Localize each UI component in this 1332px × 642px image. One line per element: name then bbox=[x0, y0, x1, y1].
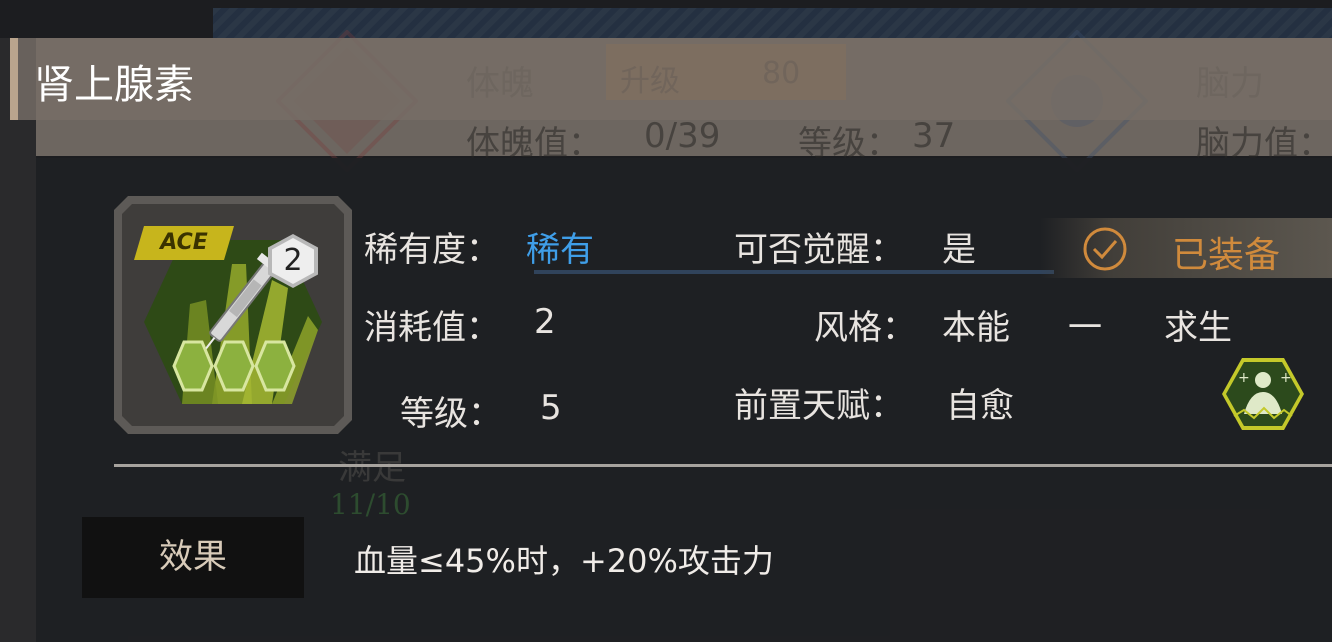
item-title: 肾上腺素 bbox=[34, 62, 194, 108]
svg-text:+: + bbox=[1280, 370, 1292, 386]
effect-tab[interactable]: 效果 bbox=[82, 517, 304, 598]
section-divider bbox=[114, 464, 1332, 467]
effect-description: 血量≤45%时，+20%攻击力 bbox=[354, 542, 774, 580]
style-value-2: 求生 bbox=[1164, 308, 1232, 348]
cost-label: 消耗值： bbox=[364, 308, 500, 348]
bg-satisfied-value: 11/10 bbox=[330, 488, 411, 521]
rarity-value: 稀有 bbox=[526, 230, 594, 270]
prereq-label: 前置天赋： bbox=[734, 386, 904, 426]
awaken-value: 是 bbox=[942, 230, 976, 270]
bg-level-value: 37 bbox=[912, 116, 956, 156]
style-value-1: 本能 bbox=[942, 308, 1010, 348]
level-value: 5 bbox=[540, 388, 562, 428]
background-left-edge bbox=[0, 38, 36, 642]
check-circle-icon bbox=[1083, 227, 1127, 271]
rarity-label: 稀有度： bbox=[364, 230, 500, 270]
self-heal-talent-icon[interactable]: + + bbox=[1220, 356, 1306, 432]
ace-tier-badge: ACE bbox=[134, 226, 234, 260]
cost-value: 2 bbox=[534, 302, 556, 342]
style-separator: 一 bbox=[1068, 308, 1102, 348]
awaken-label: 可否觉醒： bbox=[734, 230, 904, 270]
svg-text:+: + bbox=[1238, 370, 1250, 386]
bg-stat-left-value: 0/39 bbox=[644, 116, 721, 156]
prereq-value: 自愈 bbox=[946, 386, 1014, 426]
style-label: 风格： bbox=[814, 308, 916, 348]
level-label: 等级： bbox=[400, 394, 502, 434]
equipped-status-label: 已装备 bbox=[1172, 235, 1281, 276]
popup-header bbox=[10, 38, 1332, 120]
